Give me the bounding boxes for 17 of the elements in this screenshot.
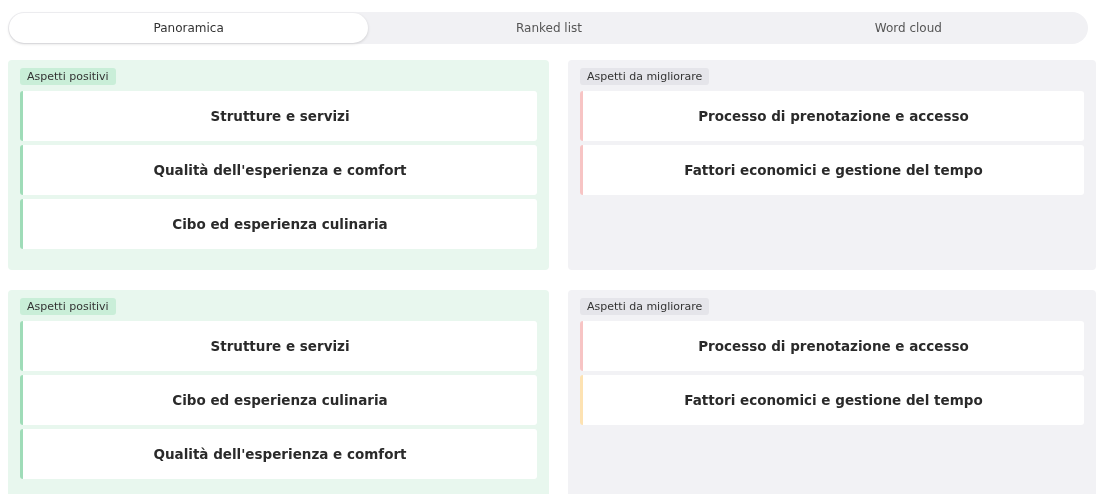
section-tag: Aspetti positivi xyxy=(20,298,116,315)
topic-card[interactable]: Qualità dell'esperienza e comfort xyxy=(20,429,537,479)
topic-card[interactable]: Fattori economici e gestione del tempo xyxy=(580,145,1084,195)
topic-card[interactable]: Processo di prenotazione e accesso xyxy=(580,321,1084,371)
topic-card[interactable]: Strutture e servizi xyxy=(20,91,537,141)
section-tag: Aspetti da migliorare xyxy=(580,298,710,315)
section-tag: Aspetti positivi xyxy=(20,68,116,85)
topic-card[interactable]: Qualità dell'esperienza e comfort xyxy=(20,145,537,195)
topic-card[interactable]: Cibo ed esperienza culinaria xyxy=(20,375,537,425)
tab[interactable]: Word cloud xyxy=(728,12,1088,44)
topic-card[interactable]: Processo di prenotazione e accesso xyxy=(580,91,1084,141)
tab[interactable]: Panoramica xyxy=(9,13,369,43)
section-tag: Aspetti da migliorare xyxy=(580,68,710,85)
topic-card[interactable]: Fattori economici e gestione del tempo xyxy=(580,375,1084,425)
tab[interactable]: Ranked list xyxy=(369,12,729,44)
topic-card[interactable]: Cibo ed esperienza culinaria xyxy=(20,199,537,249)
topic-card[interactable]: Strutture e servizi xyxy=(20,321,537,371)
